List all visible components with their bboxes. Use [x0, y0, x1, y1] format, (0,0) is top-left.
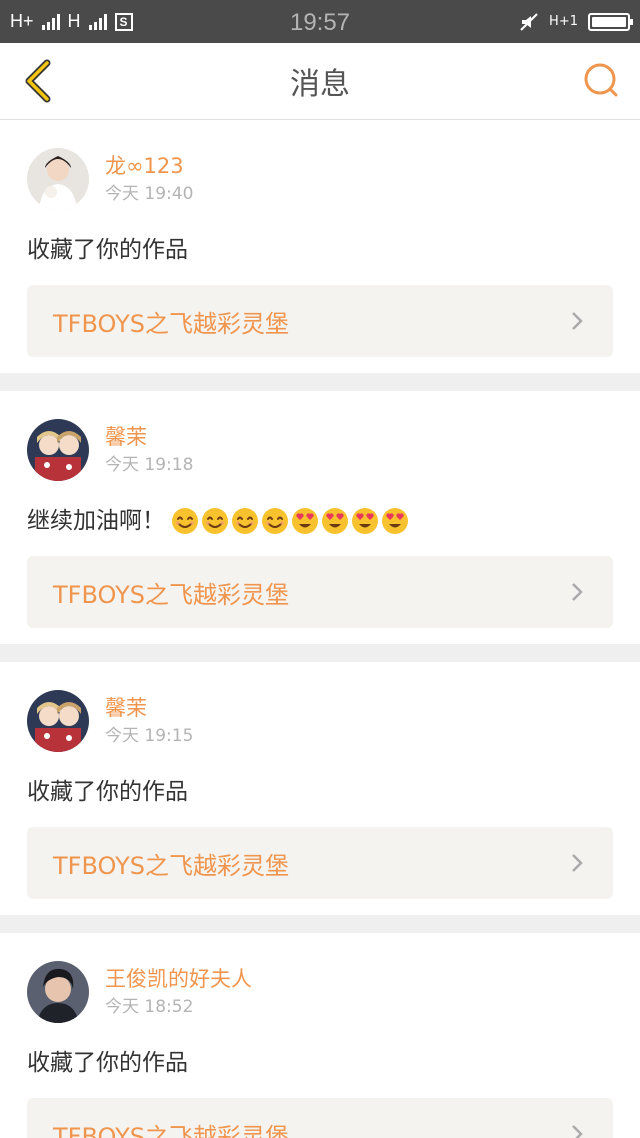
work-title: TFBOYS之飞越彩灵堡: [53, 580, 289, 609]
heart-eyes-emoji-icon: [321, 507, 349, 535]
chevron-right-icon: [567, 1124, 587, 1138]
work-title: TFBOYS之飞越彩灵堡: [53, 309, 289, 338]
username[interactable]: 馨茉: [105, 423, 193, 451]
work-title: TFBOYS之飞越彩灵堡: [53, 851, 289, 880]
battery-icon: [588, 12, 633, 31]
status-left: H+ H S: [10, 11, 133, 32]
message-time: 今天 19:40: [105, 184, 194, 204]
network-indicator-2: H: [67, 11, 81, 31]
heart-eyes-emoji-icon: [351, 507, 379, 535]
back-icon[interactable]: [16, 59, 60, 103]
signal-icon-2: [88, 13, 107, 30]
message-header: 王俊凯的好夫人 今天 18:52: [27, 961, 613, 1023]
work-link[interactable]: TFBOYS之飞越彩灵堡: [27, 1098, 613, 1138]
message-text: 收藏了你的作品: [27, 234, 613, 266]
work-link[interactable]: TFBOYS之飞越彩灵堡: [27, 556, 613, 628]
avatar[interactable]: [27, 419, 89, 481]
message-header: 龙∞123 今天 19:40: [27, 148, 613, 210]
status-bar: H+ H S 19:57 H+1: [0, 0, 640, 43]
s-app-icon: S: [114, 12, 133, 31]
nav-bar: 消息: [0, 43, 640, 120]
smile-emoji-icon: [171, 507, 199, 535]
avatar[interactable]: [27, 690, 89, 752]
message-card: 龙∞123 今天 19:40 收藏了你的作品 TFBOYS之飞越彩灵堡: [0, 120, 640, 373]
page-title: 消息: [290, 67, 350, 102]
chevron-right-icon: [567, 853, 587, 873]
message-header: 馨茉 今天 19:15: [27, 690, 613, 752]
chevron-right-icon: [567, 582, 587, 602]
message-time: 今天 19:15: [105, 726, 194, 746]
avatar[interactable]: [27, 961, 89, 1023]
work-link[interactable]: TFBOYS之飞越彩灵堡: [27, 285, 613, 357]
username[interactable]: 王俊凯的好夫人: [105, 965, 252, 993]
mute-icon: [520, 12, 538, 31]
status-right: H+1: [519, 12, 633, 32]
message-text-content: 收藏了你的作品: [27, 237, 188, 263]
avatar[interactable]: [27, 148, 89, 210]
message-header: 馨茉 今天 19:18: [27, 419, 613, 481]
heart-eyes-emoji-icon: [381, 507, 409, 535]
heart-eyes-emoji-icon: [291, 507, 319, 535]
network-indicator-1: H+: [10, 11, 34, 31]
message-text-content: 收藏了你的作品: [27, 779, 188, 805]
smile-emoji-icon: [261, 507, 289, 535]
message-time: 今天 18:52: [105, 997, 194, 1017]
network-small: H+1: [549, 14, 578, 29]
smile-emoji-icon: [201, 507, 229, 535]
message-time: 今天 19:18: [105, 455, 194, 475]
message-card: 馨茉 今天 19:15 收藏了你的作品 TFBOYS之飞越彩灵堡: [0, 662, 640, 915]
message-text-content: 收藏了你的作品: [27, 1050, 188, 1076]
username[interactable]: 馨茉: [105, 694, 193, 722]
work-link[interactable]: TFBOYS之飞越彩灵堡: [27, 827, 613, 899]
message-text: 收藏了你的作品: [27, 776, 613, 808]
message-text-content: 继续加油啊！: [27, 508, 165, 534]
signal-icon: [41, 13, 60, 30]
emoji-row: [171, 507, 409, 535]
message-text: 继续加油啊！: [27, 505, 613, 537]
chevron-right-icon: [567, 311, 587, 331]
message-card: 王俊凯的好夫人 今天 18:52 收藏了你的作品 TFBOYS之飞越彩灵堡: [0, 933, 640, 1138]
message-list: 龙∞123 今天 19:40 收藏了你的作品 TFBOYS之飞越彩灵堡 馨茉 今…: [0, 120, 640, 1138]
message-card: 馨茉 今天 19:18 继续加油啊！ TFBOYS之飞越彩灵堡: [0, 391, 640, 644]
username[interactable]: 龙∞123: [105, 152, 193, 180]
search-icon[interactable]: [580, 59, 624, 103]
smile-emoji-icon: [231, 507, 259, 535]
work-title: TFBOYS之飞越彩灵堡: [53, 1122, 289, 1138]
message-text: 收藏了你的作品: [27, 1047, 613, 1079]
